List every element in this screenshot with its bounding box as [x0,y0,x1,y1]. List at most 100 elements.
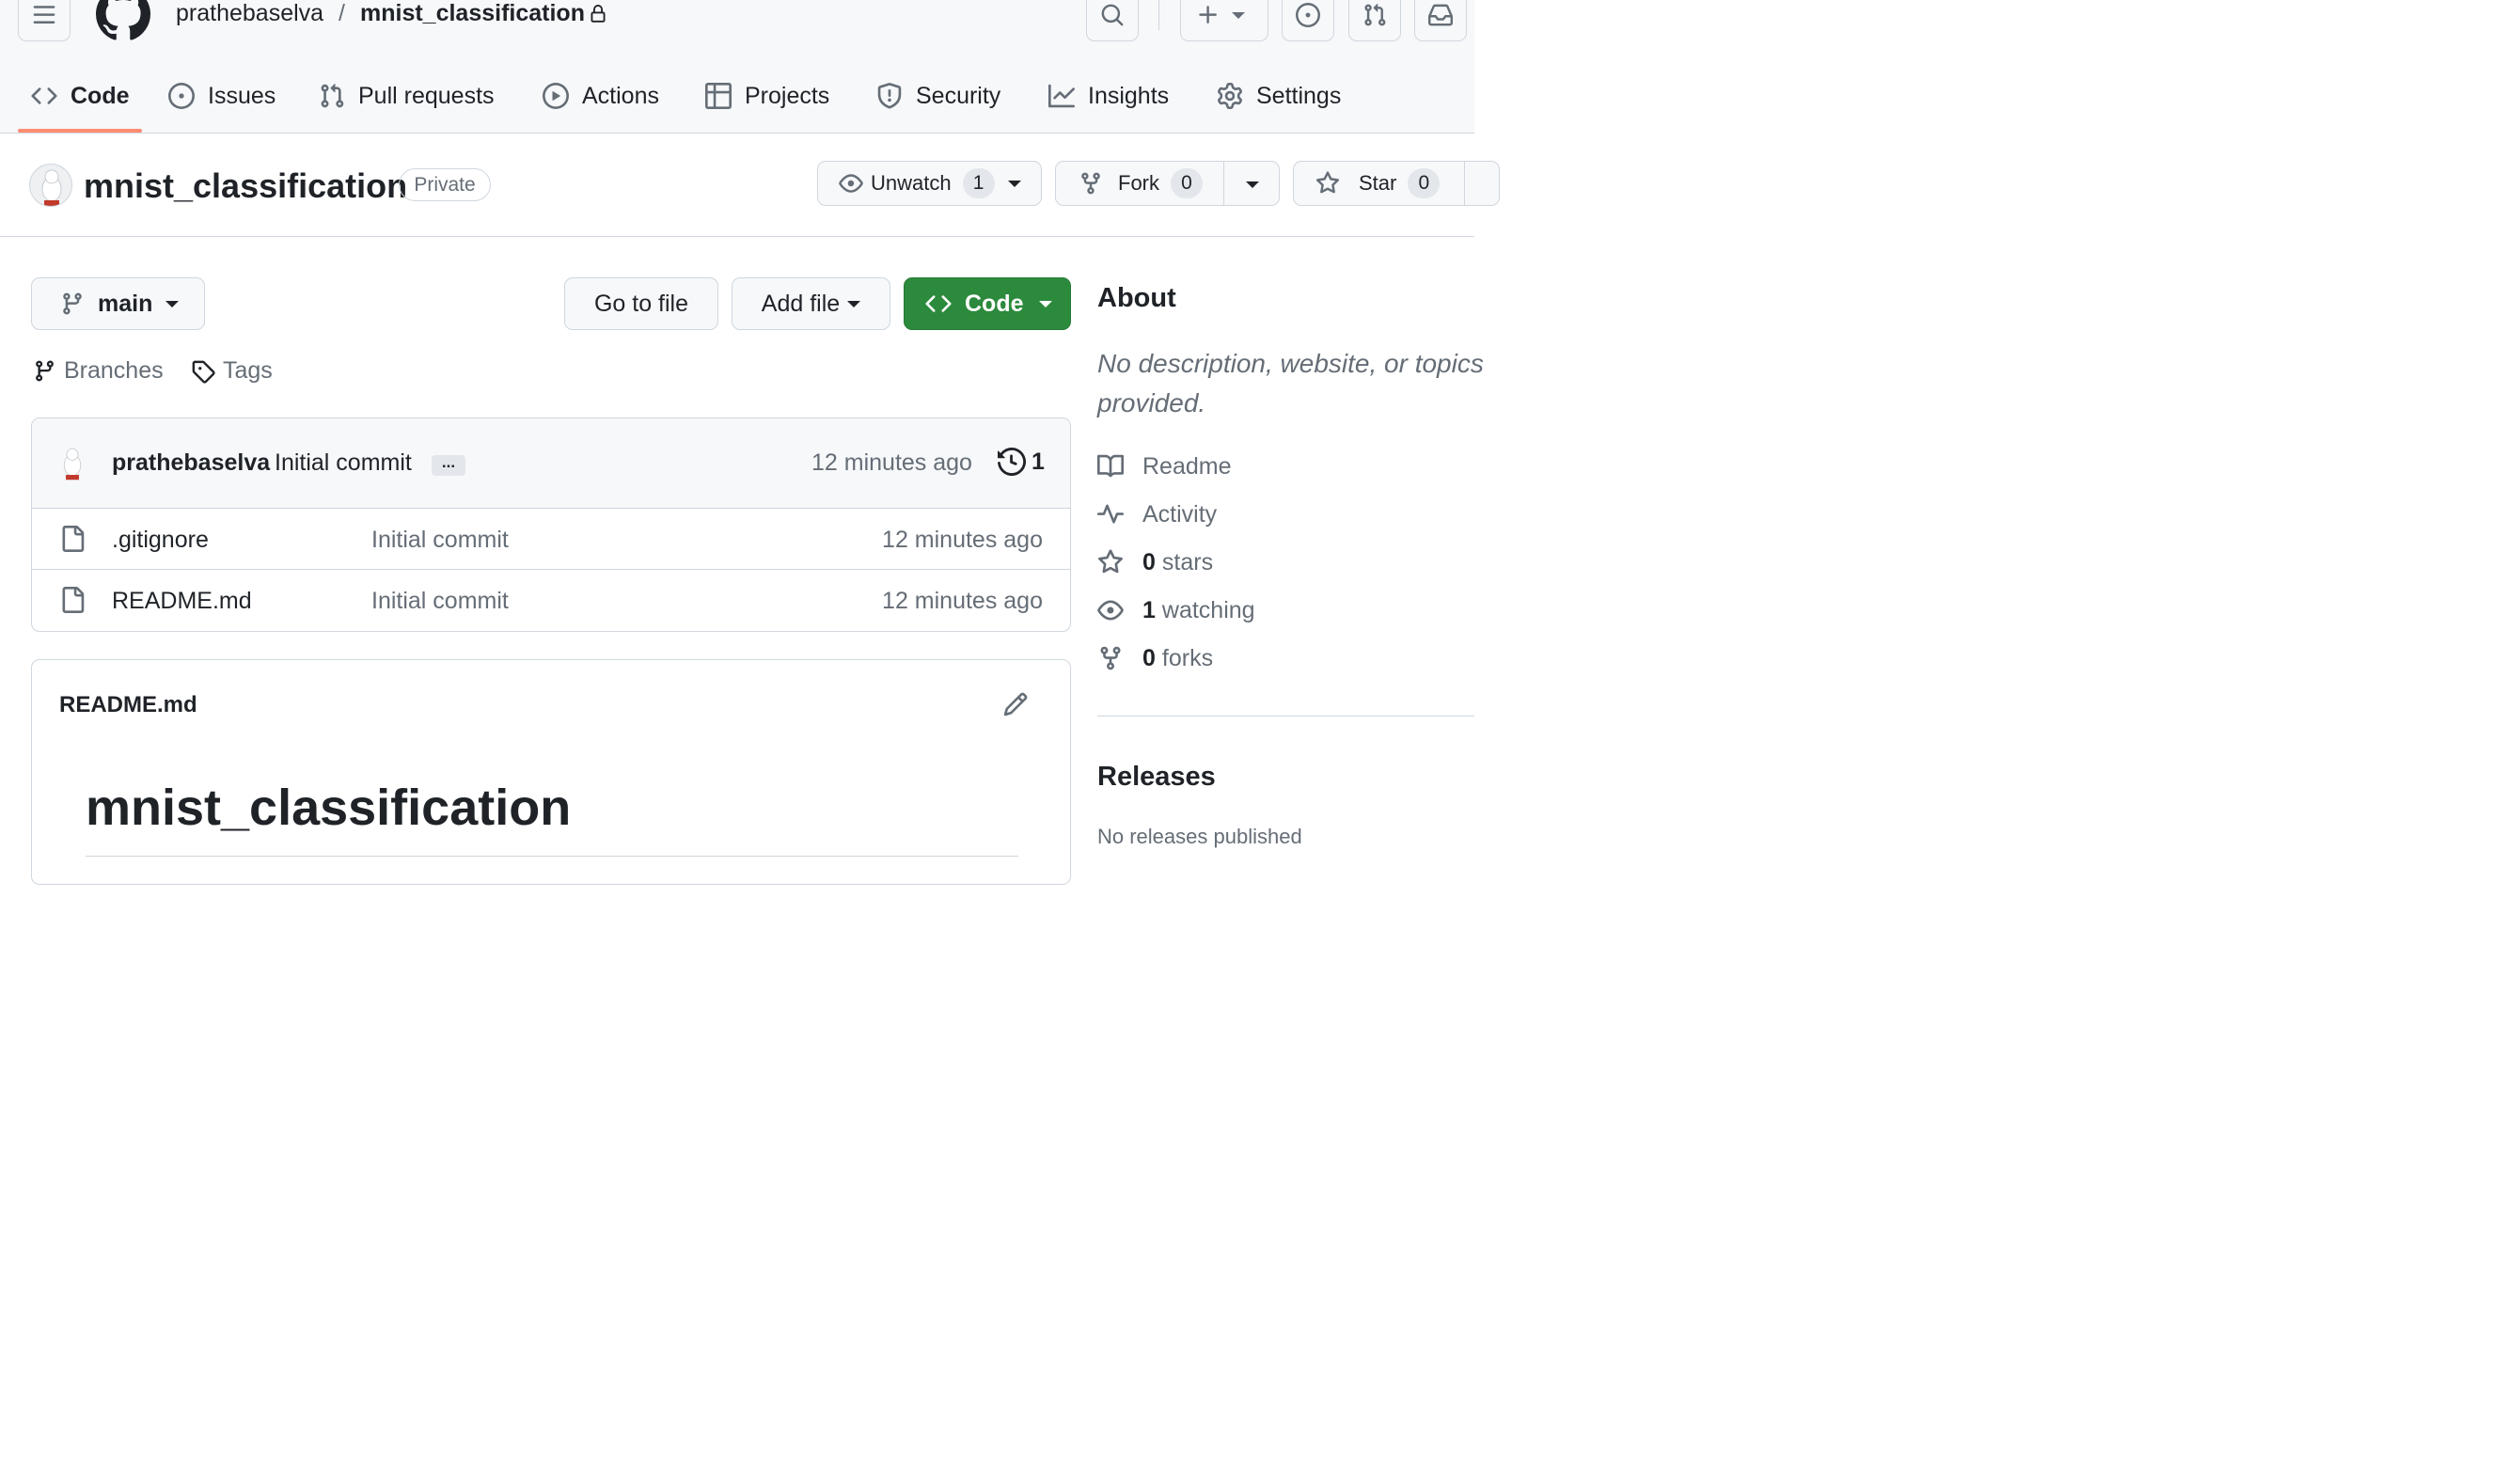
about-heading: About [1097,283,1176,313]
chevron-down-icon[interactable] [1246,181,1259,188]
tab-pull-requests[interactable]: Pull requests [319,77,495,115]
tab-settings[interactable]: Settings [1217,77,1341,115]
tab-projects[interactable]: Projects [705,77,829,115]
watching-link[interactable]: 1 watching [1097,594,1255,626]
go-to-file-label: Go to file [593,290,689,317]
star-count: 0 [1408,168,1441,198]
tab-label: Pull requests [358,82,495,109]
stars-link[interactable]: 0 stars [1097,546,1213,578]
code-icon [925,295,952,312]
file-commit-message[interactable]: Initial commit [371,588,509,615]
star-button[interactable]: Star 0 [1293,161,1500,206]
tag-icon [192,360,215,384]
tab-label: Insights [1088,82,1170,109]
branch-select-button[interactable]: main [31,277,205,330]
chevron-down-icon [165,300,180,307]
watching-label: watching [1161,596,1255,623]
tags-label: Tags [223,357,273,384]
eye-icon [1097,600,1124,621]
fork-button[interactable]: Fork 0 [1055,161,1280,206]
book-icon [1097,454,1124,478]
table-icon [705,83,732,109]
tab-code[interactable]: Code [31,77,130,115]
avatar-image [63,448,82,480]
chevron-down-icon [1232,11,1245,19]
file-icon [62,587,85,613]
commit-history-link[interactable]: 1 [998,448,1045,476]
add-file-button[interactable]: Add file [732,277,890,330]
search-button[interactable] [1086,0,1139,41]
forks-label: forks [1161,644,1214,671]
tab-insights[interactable]: Insights [1048,77,1169,115]
menu-button[interactable] [18,0,71,41]
about-description: No description, website, or topics provi… [1097,344,1492,423]
file-name[interactable]: README.md [112,588,252,615]
tab-actions[interactable]: Actions [543,77,659,115]
tab-issues[interactable]: Issues [168,77,276,115]
stars-count: 0 [1142,548,1156,575]
github-logo-icon[interactable] [96,0,150,41]
search-icon [1101,4,1124,26]
add-file-label: Add file [761,290,841,317]
watch-count: 1 [962,168,995,198]
readme-link[interactable]: Readme [1097,450,1232,482]
repo-forked-icon [1100,646,1121,670]
header-divider [1158,0,1159,30]
git-branch-icon [36,360,54,382]
chevron-down-icon [1038,300,1052,307]
readme-filename[interactable]: README.md [59,692,197,718]
activity-link[interactable]: Activity [1097,498,1217,530]
edit-readme-button[interactable] [1002,691,1029,717]
tab-label: Projects [745,82,830,109]
hamburger-icon [33,6,55,24]
branch-name: main [98,290,153,317]
plus-icon [1199,6,1217,24]
file-commit-time: 12 minutes ago [882,527,1043,553]
unwatch-button[interactable]: Unwatch 1 [817,161,1042,206]
code-icon [31,87,57,104]
unwatch-label: Unwatch [871,171,952,195]
commit-message[interactable]: Initial commit [275,449,412,477]
tab-label: Actions [582,82,659,109]
git-branch-icon [63,292,82,315]
file-commit-message[interactable]: Initial commit [371,527,509,554]
repo-bar-divider [0,236,1474,237]
repo-title[interactable]: mnist_classification [84,166,407,206]
visibility-badge: Private [399,168,491,201]
breadcrumb-owner[interactable]: prathebaselva [176,0,323,27]
play-icon [543,83,569,109]
issues-button[interactable] [1282,0,1334,41]
releases-heading[interactable]: Releases [1097,762,1216,793]
file-name[interactable]: .gitignore [112,527,209,554]
commit-author-avatar[interactable] [54,444,91,481]
history-icon [998,448,1026,476]
code-label: Code [965,290,1024,317]
go-to-file-button[interactable]: Go to file [564,277,718,330]
branches-link[interactable]: Branches [33,357,164,385]
tab-label: Settings [1256,82,1342,109]
create-new-button[interactable] [1180,0,1268,41]
tags-link[interactable]: Tags [191,357,273,385]
file-row[interactable]: .gitignore Initial commit 12 minutes ago [32,509,1070,570]
forks-count: 0 [1142,644,1156,671]
owner-avatar[interactable] [29,164,72,207]
chevron-down-icon [847,300,861,307]
branches-label: Branches [64,357,164,384]
readme-panel: README.md mnist_classification [31,659,1071,885]
tab-label: Code [71,82,130,109]
avatar-image [41,169,62,206]
pull-requests-button[interactable] [1348,0,1401,41]
commit-expand-button[interactable]: ... [432,454,465,476]
breadcrumb-repo[interactable]: mnist_classification [360,0,585,27]
stars-label: stars [1161,548,1214,575]
code-dropdown-button[interactable]: Code [904,277,1071,330]
tab-security[interactable]: Security [876,77,1000,115]
fork-label: Fork [1118,171,1159,195]
inbox-button[interactable] [1414,0,1467,41]
file-row[interactable]: README.md Initial commit 12 minutes ago [32,569,1070,630]
chevron-down-icon [1007,180,1021,187]
star-icon [1315,171,1340,194]
commit-author[interactable]: prathebaselva [112,449,270,477]
sidebar-divider [1097,716,1474,717]
forks-link[interactable]: 0 forks [1097,642,1213,674]
